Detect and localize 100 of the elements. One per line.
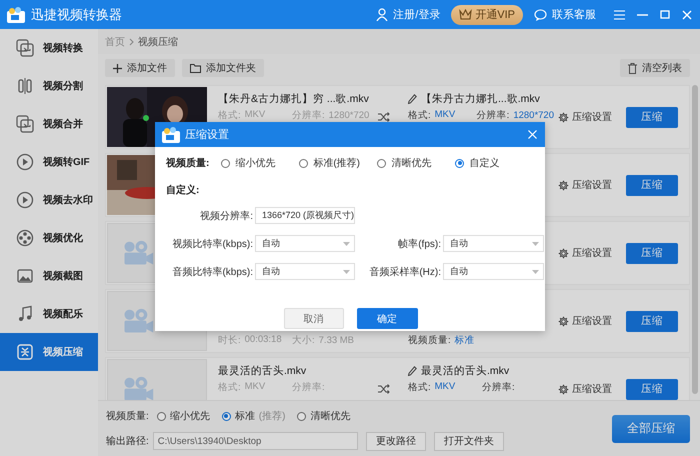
pencil-icon[interactable] (408, 94, 417, 104)
change-path-button[interactable]: 更改路径 (366, 432, 426, 450)
format-label: 格式: (218, 381, 241, 394)
scrollbar[interactable] (692, 85, 698, 394)
compress-settings-button[interactable]: 压缩设置 (554, 178, 626, 192)
setting-label: 视频分辨率: (199, 210, 253, 222)
window-title: 迅捷视频转换器 (31, 6, 122, 24)
quality-option[interactable]: 标准 (推荐) (222, 409, 286, 423)
login-link[interactable]: 注册/登录 (393, 7, 440, 22)
confirm-button[interactable]: 确定 (356, 308, 418, 329)
sidebar-item[interactable]: 视频去水印 (0, 181, 98, 219)
setting-dropdown[interactable]: 自动 (255, 263, 355, 280)
play-circle-icon (16, 191, 34, 209)
gear-icon (558, 180, 569, 190)
custom-label: 自定义: (166, 183, 200, 197)
music-note-icon (16, 305, 34, 323)
quality-option[interactable]: 清晰优先 (377, 156, 456, 170)
radio-button[interactable] (297, 412, 306, 420)
minimize-icon[interactable] (637, 14, 648, 16)
maximize-icon[interactable] (660, 10, 670, 19)
vip-button[interactable]: 开通VIP (451, 4, 523, 24)
compress-settings-button[interactable]: 压缩设置 (554, 110, 626, 124)
add-file-button[interactable]: 添加文件 (105, 59, 175, 77)
resolution-label: 分辨率: (292, 109, 325, 122)
output-path-field[interactable]: C:\Users\13940\Desktop (152, 432, 358, 450)
setting-dropdown[interactable]: 自动 (255, 235, 355, 252)
pencil-icon[interactable] (408, 366, 417, 376)
quality-option[interactable]: 自定义 (455, 156, 534, 170)
play-circle-icon (16, 153, 34, 171)
sidebar-item[interactable]: 视频配乐 (0, 295, 98, 333)
format-value: MKV (434, 381, 456, 394)
add-folder-button[interactable]: 添加文件夹 (182, 59, 264, 77)
duration-value: 00:03:18 (244, 334, 282, 347)
image-icon (16, 267, 34, 285)
format-value: MKV (434, 109, 456, 122)
radio-button[interactable] (455, 158, 464, 168)
plus-icon (113, 64, 122, 72)
breadcrumb-item[interactable]: 视频压缩 (138, 34, 178, 48)
compress-settings-button[interactable]: 压缩设置 (554, 246, 626, 260)
quality-option[interactable]: 标准(推荐) (299, 156, 378, 170)
setting-dropdown[interactable]: 自动 (443, 263, 544, 280)
radio-button[interactable] (156, 412, 166, 420)
file-name: 最灵活的舌头.mkv (218, 364, 308, 378)
sidebar-item[interactable]: 视频截图 (0, 257, 98, 295)
quality-label: 视频质量: (408, 334, 451, 347)
menu-icon[interactable] (614, 10, 625, 20)
gear-icon (558, 112, 569, 122)
radio-button[interactable] (222, 412, 231, 420)
setting-label: 音频采样率(Hz): (368, 266, 441, 278)
format-label: 格式: (408, 381, 431, 394)
compress-button[interactable]: 压缩 (626, 378, 678, 400)
dropdown-caret-icon (532, 270, 539, 274)
sidebar-item[interactable]: 视频分割 (0, 67, 98, 105)
close-icon[interactable] (682, 10, 692, 20)
shuffle-icon (378, 384, 390, 394)
app-logo-icon (6, 6, 26, 24)
setting-dropdown[interactable]: 自动 (443, 235, 544, 252)
setting-dropdown[interactable]: 1366*720 (原视频尺寸) (255, 207, 355, 224)
sidebar-item[interactable]: 视频转换 (0, 29, 98, 67)
size-label: 大小: (292, 334, 315, 347)
compress-button[interactable]: 压缩 (626, 106, 678, 128)
resolution-label: 分辨率: (292, 381, 325, 394)
output-file-name: 最灵活的舌头.mkv (421, 364, 510, 378)
quality-option[interactable]: 清晰优先 (297, 409, 350, 423)
setting-label: 帧率(fps): (397, 238, 441, 250)
quality-value: 标准 (454, 334, 475, 347)
radio-button[interactable] (221, 158, 230, 168)
shuffle-icon (378, 112, 390, 122)
reel-icon (16, 229, 34, 247)
sidebar-item[interactable]: 视频优化 (0, 219, 98, 257)
compress-button[interactable]: 压缩 (626, 242, 678, 264)
output-path-label: 输出路径: (106, 434, 149, 448)
dropdown-caret-icon (343, 270, 350, 274)
radio-button[interactable] (299, 158, 308, 168)
compress-settings-button[interactable]: 压缩设置 (554, 314, 626, 328)
clear-list-button[interactable]: 清空列表 (620, 59, 690, 77)
sidebar-item[interactable]: 视频转GIF (0, 143, 98, 181)
setting-label: 视频比特率(kbps): (171, 238, 253, 250)
quality-option[interactable]: 缩小优先 (221, 156, 300, 170)
format-value: MKV (244, 109, 266, 122)
file-name: 【朱丹&古力娜扎】穷 ...歌.mkv (218, 92, 370, 106)
sidebar-item[interactable]: 视频压缩 (0, 333, 98, 371)
app-logo-icon (161, 126, 181, 144)
radio-button[interactable] (377, 158, 386, 168)
gear-icon (558, 384, 569, 394)
compress-button[interactable]: 压缩 (626, 174, 678, 196)
crown-icon (459, 9, 472, 20)
quality-option[interactable]: 缩小优先 (156, 409, 210, 423)
dialog-title: 压缩设置 (185, 128, 229, 142)
compress-all-button[interactable]: 全部压缩 (612, 414, 690, 442)
support-link[interactable]: 联系客服 (552, 7, 596, 22)
open-folder-button[interactable]: 打开文件夹 (434, 432, 504, 450)
compress-button[interactable]: 压缩 (626, 310, 678, 332)
compress-settings-button[interactable]: 压缩设置 (554, 382, 626, 396)
setting-label: 音频比特率(kbps): (171, 266, 253, 278)
user-icon (376, 8, 388, 21)
sidebar-item[interactable]: 视频合并 (0, 105, 98, 143)
cancel-button[interactable]: 取消 (284, 308, 344, 329)
format-label: 格式: (408, 109, 431, 122)
close-icon[interactable] (528, 130, 537, 139)
